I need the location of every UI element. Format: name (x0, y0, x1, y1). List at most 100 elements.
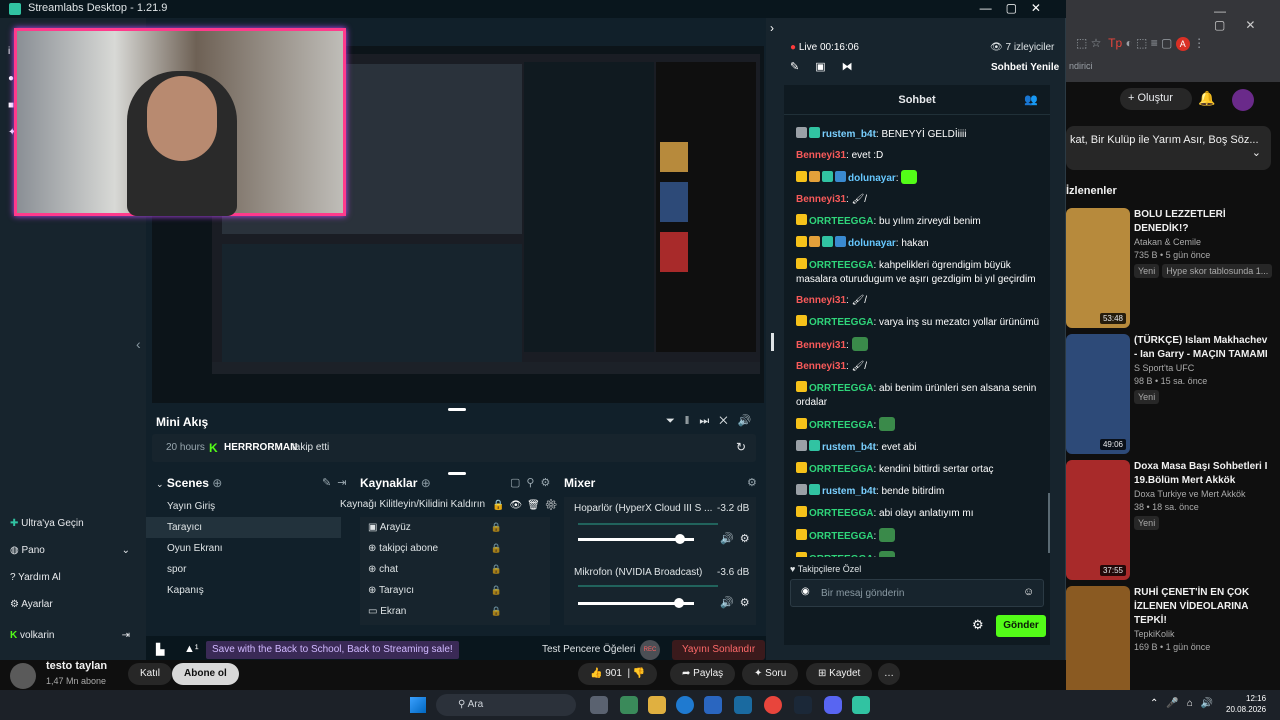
video-info[interactable]: (TÜRKÇE) Islam Makhachev - Ian Garry - M… (1134, 334, 1274, 404)
video-thumbnail[interactable] (1066, 586, 1130, 690)
chat-username[interactable]: ORRTEEGGA (809, 420, 873, 431)
chat-username[interactable]: ORRTEEGGA (809, 216, 873, 227)
source-item[interactable]: ⊕ takipçi abone 🔒 (360, 538, 550, 559)
sidebar-item-help[interactable]: ? Yardım Al (10, 572, 61, 583)
avatar[interactable] (1232, 89, 1254, 111)
lock-icon[interactable]: 🔒 (491, 580, 502, 601)
send-button[interactable]: Gönder (996, 615, 1046, 637)
chat-username[interactable]: ORRTEEGGA (809, 508, 873, 519)
resize-handle-2[interactable] (448, 472, 466, 475)
scene-item[interactable]: Kapanış (146, 580, 341, 601)
chat-username[interactable]: ORRTEEGGA (809, 260, 873, 271)
sidebar-item-dashboard[interactable]: ◍ Pano ⌄ (10, 545, 130, 556)
video-thumbnail[interactable]: 53:48 (1066, 208, 1130, 328)
save-button[interactable]: ⊞ Kaydet (806, 663, 873, 685)
lock-icon[interactable]: 🔒 (491, 601, 502, 622)
lock-icon[interactable]: 🔒 (491, 517, 502, 538)
chat-username[interactable]: Benneyi31 (796, 194, 846, 205)
subscribe-button[interactable]: Abone ol (172, 663, 239, 685)
chat-username[interactable]: ORRTEEGGA (809, 554, 873, 557)
task-view-icon[interactable] (590, 696, 608, 714)
resize-handle[interactable] (448, 408, 466, 411)
source-item[interactable]: ▭ Ekran 🔒 (360, 601, 550, 622)
end-stream-button[interactable]: Yayını Sonlandır (672, 640, 766, 660)
stats-icon[interactable]: ▙ (156, 643, 164, 656)
scene-item[interactable]: Yayın Giriş (146, 496, 341, 517)
source-tools[interactable]: ▢⚲⚙ (510, 476, 556, 489)
chat-username[interactable]: Benneyi31 (796, 150, 846, 161)
chat-username[interactable]: Benneyi31 (796, 295, 846, 306)
sidebar-item-upgrade[interactable]: ✚ Ultra'ya Geçin (10, 518, 84, 529)
refresh-chat-button[interactable]: Sohbeti Yenile (991, 62, 1059, 73)
join-button[interactable]: Katıl (128, 663, 173, 685)
video-info[interactable]: RUHİ ÇENET'İN EN ÇOK İZLENEN VİDEOLARINA… (1134, 586, 1274, 654)
test-widgets-button[interactable]: Test Pencere Öğeleri (542, 644, 635, 655)
refresh-icon[interactable]: ↻ (736, 440, 746, 454)
chat-resize-handle[interactable] (771, 333, 774, 351)
source-row-actions[interactable]: 🔒👁🗑⚙ (492, 500, 563, 511)
mini-feed-controls[interactable]: ⏷‖⏭✕🔊 (666, 414, 761, 428)
mixer-ch2-slider[interactable] (578, 598, 694, 608)
more-button[interactable]: … (878, 663, 900, 685)
alert-icon[interactable]: ▲¹ (184, 643, 199, 655)
like-button[interactable]: 👍 901 | 👎 (578, 663, 658, 685)
mixer-ch1-controls[interactable]: 🔊⚙ (720, 532, 756, 545)
scene-item[interactable]: Tarayıcı (146, 517, 341, 538)
streamlabs-icon[interactable] (852, 696, 870, 714)
logout-icon[interactable]: ⇥ (122, 630, 130, 641)
discord-icon[interactable] (824, 696, 842, 714)
app-icon[interactable] (620, 696, 638, 714)
slider-knob[interactable] (675, 534, 686, 544)
chat-scrollbar[interactable] (1048, 493, 1050, 553)
chat-username[interactable]: dolunayar (848, 238, 896, 249)
chat-username[interactable]: ORRTEEGGA (809, 383, 873, 394)
promo-banner[interactable]: Save with the Back to School, Back to St… (206, 641, 459, 659)
slider-knob[interactable] (673, 598, 684, 608)
share-button[interactable]: ➦ Paylaş (670, 663, 736, 685)
sidebar-item-settings[interactable]: ⚙ Ayarlar (10, 599, 53, 610)
app-icon-2[interactable] (734, 696, 752, 714)
video-thumbnail[interactable]: 49:06 (1066, 334, 1130, 454)
emoji-icon[interactable]: ☺ (1023, 586, 1034, 598)
store-icon[interactable] (704, 696, 722, 714)
rec-button[interactable]: REC (640, 640, 660, 660)
scene-item[interactable]: spor (146, 559, 341, 580)
chat-settings-icon[interactable]: ⚙ (972, 617, 984, 633)
taskbar-search[interactable]: ⚲ Ara (436, 694, 576, 716)
chat-username[interactable]: ORRTEEGGA (809, 531, 873, 542)
chevron-left-icon[interactable]: ‹ (136, 336, 141, 352)
source-item[interactable]: ▣ Arayüz 🔒 (360, 517, 550, 538)
playlist-banner[interactable]: kat, Bir Kulüp ile Yarım Asır, Boş Söz..… (1066, 126, 1271, 170)
clock[interactable]: 12:16 20.08.2026 (1226, 693, 1266, 715)
chat-username[interactable]: rustem_b4t (822, 486, 876, 497)
sidebar-item-user[interactable]: K volkarin ⇥ (10, 630, 130, 641)
chat-username[interactable]: Benneyi31 (796, 340, 846, 351)
create-button[interactable]: + Oluştur (1120, 88, 1192, 110)
chat-input[interactable]: ◉ Bir mesaj gönderin ☺ (790, 579, 1044, 607)
mixer-settings-icon[interactable]: ⚙ (747, 476, 757, 489)
mixer-ch2-controls[interactable]: 🔊⚙ (720, 596, 756, 609)
lock-icon[interactable]: 🔒 (491, 538, 502, 559)
source-item[interactable]: ⊕ Tarayıcı 🔒 (360, 580, 550, 601)
chat-username[interactable]: rustem_b4t (822, 442, 876, 453)
mixer-ch1-slider[interactable] (578, 534, 694, 544)
window-controls[interactable]: —▢✕ (980, 1, 1055, 15)
video-info[interactable]: BOLU LEZZETLERİ DENEDİK!? Atakan & Cemile… (1134, 208, 1274, 278)
scene-item[interactable]: Oyun Ekranı (146, 538, 341, 559)
bell-icon[interactable]: 🔔 (1198, 90, 1215, 107)
folder-icon[interactable] (648, 696, 666, 714)
windows-start-icon[interactable] (410, 697, 426, 713)
edge-icon[interactable] (676, 696, 694, 714)
chevron-right-icon[interactable]: › (770, 21, 774, 35)
chat-username[interactable]: dolunayar (848, 173, 896, 184)
ask-button[interactable]: ✦ Soru (742, 663, 799, 685)
chat-username[interactable]: ORRTEEGGA (809, 317, 873, 328)
channel-avatar[interactable] (10, 663, 36, 689)
chat-username[interactable]: ORRTEEGGA (809, 464, 873, 475)
steam-icon[interactable] (794, 696, 812, 714)
chrome-icon[interactable] (764, 696, 782, 714)
tray-icons[interactable]: ⌃🎤⌂🔊 (1150, 698, 1221, 709)
browser-window-controls[interactable]: —▢✕ (1214, 4, 1280, 32)
chat-toolbar-icons[interactable]: ✎▣⧓ (790, 60, 869, 73)
chat-username[interactable]: Benneyi31 (796, 361, 846, 372)
